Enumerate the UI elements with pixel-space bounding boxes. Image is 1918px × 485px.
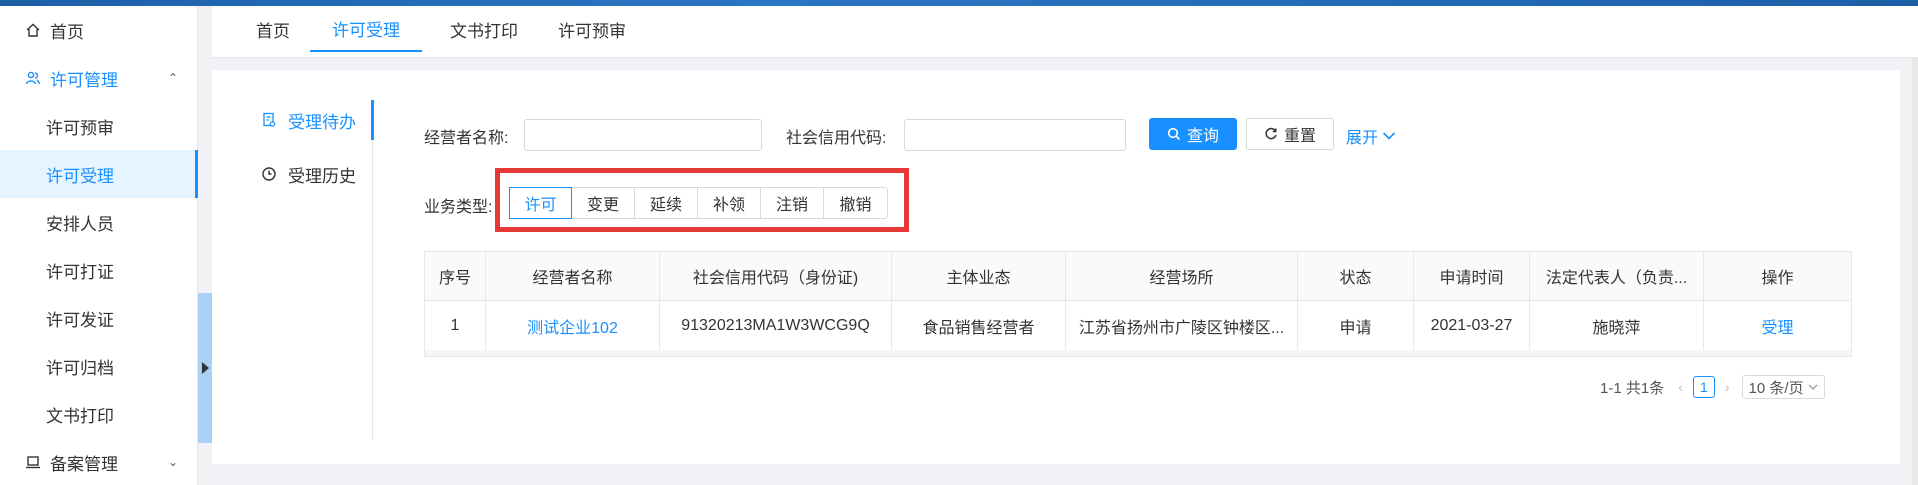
pagination-summary: 1-1 共1条 [1600, 379, 1665, 397]
tab-document-print[interactable]: 文书打印 [438, 6, 530, 52]
query-button[interactable]: 查询 [1149, 118, 1237, 150]
sidebar-item-label: 许可归档 [46, 358, 114, 378]
sidebar-item-permit-print[interactable]: 许可打证 [0, 246, 198, 294]
business-type-option-permit[interactable]: 许可 [509, 187, 572, 219]
operator-name-link[interactable]: 测试企业102 [486, 301, 660, 350]
credit-code-label: 社会信用代码: [786, 130, 887, 147]
sidebar-item-label: 文书打印 [46, 406, 114, 426]
main-card: 受理待办 受理历史 经营者名称: 社会信用代码: 查询 重置 展开 业务类型: … [212, 70, 1900, 464]
table-header-cell: 社会信用代码（身份证) [660, 252, 892, 300]
sidebar-item-arrange-staff[interactable]: 安排人员 [0, 198, 198, 246]
sidebar-item-label: 备案管理 [50, 454, 118, 474]
sidebar-group-permit-management[interactable]: 许可管理 ⌃ [0, 54, 198, 102]
sidebar-collapse-toggle[interactable] [198, 293, 212, 443]
vtab-history[interactable]: 受理历史 [258, 154, 356, 194]
tab-permit-precheck[interactable]: 许可预审 [546, 6, 638, 52]
document-icon [258, 112, 280, 128]
table-cell: 91320213MA1W3WCG9Q [660, 301, 892, 350]
business-type-label: 业务类型: [424, 199, 493, 216]
table-header-cell: 主体业态 [892, 252, 1066, 300]
operator-name-label: 经营者名称: [424, 130, 509, 147]
people-icon [22, 67, 44, 89]
credit-code-input[interactable] [904, 119, 1126, 151]
chevron-up-icon: ⌃ [167, 71, 178, 85]
vtab-pending[interactable]: 受理待办 [258, 100, 356, 140]
sidebar-item-label: 许可管理 [50, 70, 118, 90]
table-header-row: 序号 经营者名称 社会信用代码（身份证) 主体业态 经营场所 状态 申请时间 法… [425, 252, 1851, 301]
sidebar-item-home[interactable]: 首页 [0, 6, 198, 54]
expand-toggle[interactable]: 展开 [1346, 124, 1396, 148]
scrollbar-track[interactable] [1912, 58, 1918, 485]
table-header-cell: 经营者名称 [486, 252, 660, 300]
table-cell: 江苏省扬州市广陵区钟楼区... [1066, 301, 1298, 350]
pagination: 1-1 共1条 ‹ 1 › 10 条/页 [1600, 375, 1825, 399]
operator-name-input[interactable] [524, 119, 762, 151]
business-type-option-reissue[interactable]: 补领 [698, 188, 761, 218]
caret-right-icon [201, 362, 209, 374]
table-header-cell: 操作 [1761, 270, 1794, 287]
results-table: 序号 经营者名称 社会信用代码（身份证) 主体业态 经营场所 状态 申请时间 法… [424, 251, 1852, 357]
sidebar-item-permit-issue[interactable]: 许可发证 [0, 294, 198, 342]
business-type-option-renew[interactable]: 延续 [635, 188, 698, 218]
status-cell: 申请 [1298, 301, 1414, 350]
chevron-down-icon: ⌄ [167, 455, 178, 469]
reset-button[interactable]: 重置 [1246, 118, 1334, 150]
vtab-divider [372, 100, 373, 440]
page-number-button[interactable]: 1 [1692, 376, 1715, 398]
business-type-segmented: 许可 变更 延续 补领 注销 撤销 [509, 187, 888, 219]
next-page-icon[interactable]: › [1725, 379, 1730, 395]
table-cell: 1 [425, 301, 486, 350]
clock-icon [258, 166, 280, 182]
sidebar-group-filing-management[interactable]: 备案管理 ⌄ [0, 438, 198, 485]
sidebar: 首页 许可管理 ⌃ 许可预审 许可受理 安排人员 许可打证 许可发证 许可归档 … [0, 6, 198, 485]
business-type-option-change[interactable]: 变更 [572, 188, 635, 218]
sidebar-item-permit-accept[interactable]: 许可受理 [0, 150, 198, 198]
table-header-cell: 法定代表人（负责... [1530, 252, 1704, 300]
business-type-option-cancel[interactable]: 注销 [761, 188, 824, 218]
sidebar-item-label: 首页 [50, 22, 84, 42]
table-row: 1 测试企业102 91320213MA1W3WCG9Q 食品销售经营者 江苏省… [425, 301, 1851, 350]
table-scrollbar[interactable] [425, 350, 1851, 356]
search-icon [1167, 127, 1181, 141]
refresh-icon [1264, 127, 1278, 141]
prev-page-icon[interactable]: ‹ [1678, 379, 1683, 395]
sidebar-item-label: 安排人员 [46, 214, 114, 234]
accept-action-link[interactable]: 受理 [1704, 301, 1851, 350]
table-header-cell: 序号 [425, 252, 486, 300]
tab-home[interactable]: 首页 [242, 6, 304, 52]
sidebar-item-label: 许可发证 [46, 310, 114, 330]
sidebar-item-label: 许可打证 [46, 262, 114, 282]
sidebar-item-document-print[interactable]: 文书打印 [0, 390, 198, 438]
sidebar-item-label: 许可预审 [46, 118, 114, 138]
sidebar-item-permit-archive[interactable]: 许可归档 [0, 342, 198, 390]
table-header-cell: 状态 [1298, 252, 1414, 300]
table-cell: 食品销售经营者 [892, 301, 1066, 350]
table-cell: 施晓萍 [1530, 301, 1704, 350]
vtab-active-indicator [371, 100, 374, 140]
chevron-down-icon [1382, 131, 1396, 141]
tab-permit-accept[interactable]: 许可受理 [310, 6, 422, 52]
table-cell: 2021-03-27 [1414, 301, 1530, 350]
chevron-down-icon [1808, 383, 1818, 391]
table-header-cell: 经营场所 [1066, 252, 1298, 300]
sidebar-item-permit-precheck[interactable]: 许可预审 [0, 102, 198, 150]
sidebar-item-label: 许可受理 [46, 166, 114, 186]
table-header-cell: 申请时间 [1414, 252, 1530, 300]
page-tabs: 首页 许可受理 文书打印 许可预审 [212, 6, 1918, 58]
laptop-icon [22, 451, 44, 473]
page-size-select[interactable]: 10 条/页 [1741, 375, 1825, 399]
business-type-option-revoke[interactable]: 撤销 [824, 188, 887, 218]
home-icon [22, 19, 44, 41]
